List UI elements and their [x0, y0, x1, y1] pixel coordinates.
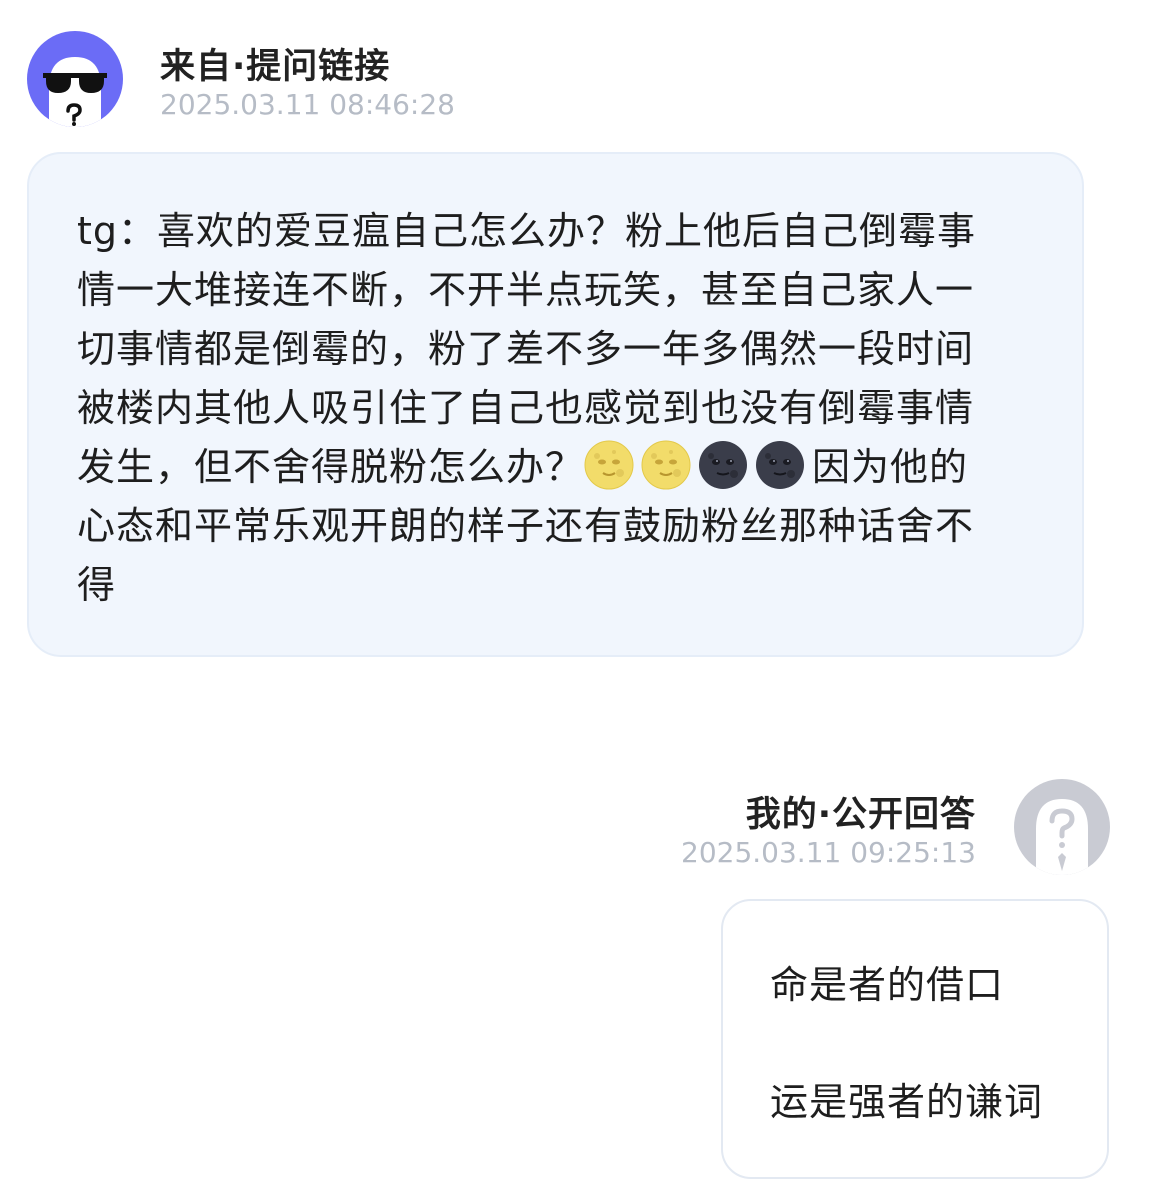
my-avatar[interactable] [1014, 779, 1110, 875]
answer-timestamp: 2025.03.11 09:25:13 [681, 836, 976, 869]
answer-sender: 我的·公开回答 [745, 795, 976, 835]
question-timestamp: 2025.03.11 08:46:28 [160, 88, 455, 121]
question-bubble: tg：喜欢的爱豆瘟自己怎么办？粉上他后自己倒霉事情一大堆接连不断，不开半点玩笑，… [27, 152, 1084, 657]
question-text: tg：喜欢的爱豆瘟自己怎么办？粉上他后自己倒霉事情一大堆接连不断，不开半点玩笑，… [77, 202, 1002, 615]
full-moon-face-emoji [641, 440, 691, 490]
question-sender: 来自·提问链接 [160, 47, 391, 87]
new-moon-face-emoji [698, 440, 748, 490]
answer-line-2: 运是强者的谦词 [770, 1080, 1044, 1124]
new-moon-face-emoji [755, 440, 805, 490]
answer-bubble: 命是者的借口 运是强者的谦词 [721, 899, 1109, 1179]
sunglasses-ghost-icon [27, 31, 123, 127]
full-moon-face-emoji [584, 440, 634, 490]
anonymous-question-icon [1014, 779, 1110, 875]
answer-line-1: 命是者的借口 [770, 963, 1005, 1007]
sender-avatar[interactable] [27, 31, 123, 127]
